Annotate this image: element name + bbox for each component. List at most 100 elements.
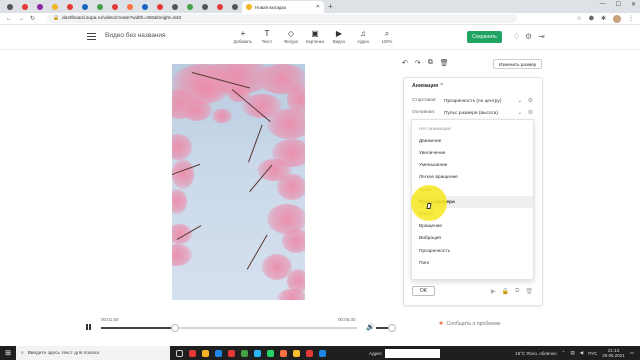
app-icon[interactable] [251, 346, 264, 360]
animation-option[interactable]: Увеличение [412, 147, 533, 159]
tab-favicon[interactable] [183, 2, 196, 11]
app-icon[interactable] [277, 346, 290, 360]
tab-favicon[interactable] [123, 2, 136, 11]
app-icon[interactable] [199, 346, 212, 360]
timeline-track[interactable] [101, 324, 357, 332]
delete-icon[interactable]: 🗑 [440, 59, 449, 67]
tab-favicon[interactable] [108, 2, 121, 11]
tab-active[interactable]: Новая вкладка ✕ [242, 1, 324, 13]
close-window-icon[interactable]: ✕ [631, 1, 636, 8]
volume-icon[interactable]: ◀ [580, 350, 583, 356]
puzzle-icon[interactable]: ✱ [601, 15, 606, 23]
menu-icon[interactable] [87, 33, 96, 40]
reload-icon[interactable]: ↻ [30, 15, 35, 22]
menu-dots-icon[interactable]: ⋮ [628, 15, 634, 23]
main-animation-select[interactable]: Пульс размера (высота) ⌄ [444, 109, 522, 117]
notifications-icon[interactable]: ▭ [630, 350, 634, 356]
undo-icon[interactable]: ↶ [402, 59, 408, 67]
tab-favicon[interactable] [168, 2, 181, 11]
canvas-image-cherry-blossom[interactable] [172, 64, 305, 300]
weather-text[interactable]: 18°C Ясно, облачно [515, 351, 557, 356]
chevron-up-icon[interactable]: ⌃ [562, 350, 566, 356]
animation-option[interactable]: Вибрация [412, 233, 533, 245]
tab-favicon[interactable] [198, 2, 211, 11]
animation-option[interactable]: Уменьшение [412, 160, 533, 172]
clock[interactable]: 21:13 29.06.2021 [602, 348, 625, 358]
forward-icon[interactable]: → [18, 16, 24, 22]
app-icon[interactable] [186, 346, 199, 360]
taskbar-search-input[interactable]: ⌕ Введите здесь текст для поиска [16, 346, 170, 360]
timeline-progress [101, 327, 176, 329]
network-icon[interactable]: ▤ [570, 350, 574, 356]
resize-button[interactable]: Изменить размер [493, 59, 542, 69]
trash-icon[interactable]: 🗑 [525, 288, 533, 295]
back-icon[interactable]: ← [6, 16, 12, 22]
exit-icon[interactable]: ⇥ [538, 32, 545, 41]
tab-favicon[interactable] [228, 2, 241, 11]
new-tab-icon[interactable]: + [328, 2, 333, 11]
main-settings-icon[interactable]: ⚙ [528, 109, 533, 116]
tab-favicon[interactable] [138, 2, 151, 11]
tab-favicon[interactable] [213, 2, 226, 11]
animation-option[interactable]: Пинг [412, 257, 533, 269]
tab-favicon[interactable] [33, 2, 46, 11]
tab-favicon[interactable] [3, 2, 16, 11]
pause-icon[interactable] [86, 324, 91, 330]
volume-slider[interactable] [376, 324, 397, 332]
tool-plus[interactable]: + Добавить [231, 29, 255, 44]
app-icon[interactable] [264, 346, 277, 360]
lock-icon[interactable]: 🔒 [502, 288, 509, 295]
star-icon[interactable]: ☆ [576, 15, 581, 23]
tab-favicon-icon [246, 4, 252, 10]
tool-zoom[interactable]: ⌕ 100% [375, 29, 399, 44]
volume-handle[interactable] [388, 324, 397, 332]
chevron-up-icon[interactable]: ⌃ [440, 83, 444, 89]
profile-avatar[interactable] [613, 14, 621, 23]
tool-video[interactable]: ▶ Видео [327, 29, 351, 44]
language-indicator[interactable]: РУС [588, 351, 597, 356]
ok-button[interactable]: OK [412, 286, 435, 296]
document-title[interactable]: Видео без названия [105, 32, 166, 39]
tool-shapes[interactable]: ◇ Фигура [279, 29, 303, 44]
address-input[interactable] [384, 348, 440, 358]
app-icon[interactable] [303, 346, 316, 360]
copy-icon[interactable]: ⧉ [515, 288, 519, 295]
tab-favicon[interactable] [93, 2, 106, 11]
animation-option[interactable]: Прозрачность [412, 245, 533, 257]
tool-music[interactable]: ♫ Аудио [351, 29, 375, 44]
animation-option[interactable]: Движение [412, 135, 533, 147]
tool-image[interactable]: ▣ Картинка [303, 29, 327, 44]
start-animation-select[interactable]: Прозрачность (по центру) ⌄ [444, 97, 522, 105]
close-tab-icon[interactable]: ✕ [316, 4, 320, 10]
tab-favicon[interactable] [18, 2, 31, 11]
settings-icon[interactable]: ⚙ [525, 32, 532, 41]
url-field[interactable]: 🔒 dashboard.supa.ru/video/create?width=3… [47, 14, 518, 23]
bell-icon[interactable]: ♢ [513, 32, 520, 41]
tab-favicon[interactable] [48, 2, 61, 11]
tool-text[interactable]: T Текст [255, 29, 279, 44]
copy-icon[interactable]: ⧉ [428, 59, 433, 67]
app-icon[interactable] [238, 346, 251, 360]
report-problem-link[interactable]: ✱ Сообщить о проблеме [439, 321, 501, 327]
start-settings-icon[interactable]: ⚙ [528, 97, 533, 104]
animation-option[interactable]: Вращение [412, 221, 533, 233]
tab-favicon[interactable] [78, 2, 91, 11]
app-icon[interactable] [316, 346, 329, 360]
maximize-icon[interactable]: ☐ [616, 1, 621, 8]
windows-start-icon[interactable]: ⊞ [0, 346, 16, 360]
volume-icon[interactable]: 🔊 [366, 323, 375, 331]
animation-option[interactable]: Нет анимации [412, 123, 533, 135]
app-icon[interactable] [212, 346, 225, 360]
redo-icon[interactable]: ↷ [415, 59, 421, 67]
save-button[interactable]: Сохранить [467, 31, 502, 43]
app-icon[interactable] [290, 346, 303, 360]
tab-favicon[interactable] [63, 2, 76, 11]
app-icon[interactable] [225, 346, 238, 360]
tab-favicon[interactable] [153, 2, 166, 11]
animation-option[interactable]: Легкое вращение [412, 172, 533, 184]
timeline-handle[interactable] [171, 324, 180, 332]
extension-icon[interactable]: ⬢ [589, 15, 594, 23]
minimize-icon[interactable]: — [600, 1, 606, 8]
play-icon[interactable]: ▶ [491, 288, 496, 295]
task-view-icon[interactable] [173, 346, 186, 360]
